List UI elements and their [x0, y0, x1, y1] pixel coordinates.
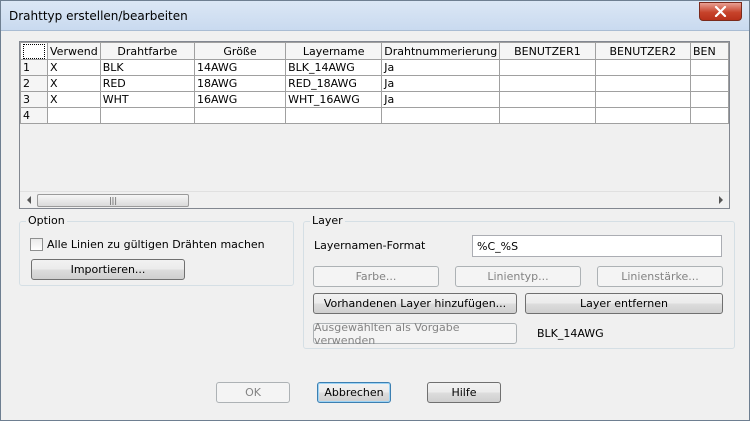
window-title: Drahttyp erstellen/bearbeiten	[9, 9, 188, 23]
table-row[interactable]: 3 X WHT 16AWG WHT_16AWG Ja	[20, 91, 729, 108]
dialog-client: Verwend Drahtfarbe Größe Layername Draht…	[6, 31, 744, 416]
column-header[interactable]: Verwend	[47, 42, 101, 60]
table-cell[interactable]: X	[47, 91, 101, 108]
wire-type-table: Verwend Drahtfarbe Größe Layername Draht…	[20, 42, 729, 124]
use-selected-as-default-button[interactable]: Ausgewählten als Vorgabe verwenden	[313, 321, 517, 347]
table-cell[interactable]	[99, 107, 195, 124]
column-header[interactable]: Größe	[193, 42, 287, 60]
row-header[interactable]: 3	[20, 91, 48, 108]
table-cell[interactable]: 14AWG	[193, 59, 287, 76]
linetype-button[interactable]: Linientyp...	[455, 266, 581, 287]
layer-format-label: Layernamen-Format	[314, 239, 426, 252]
scrollbar-thumb[interactable]: |||	[37, 194, 189, 207]
column-header[interactable]: BENUTZER2	[594, 42, 691, 60]
row-header[interactable]: 1	[20, 59, 48, 76]
current-default-layer: BLK_14AWG	[537, 327, 604, 340]
table-cell[interactable]	[193, 107, 287, 124]
column-header[interactable]: Drahtnummerierung	[381, 42, 501, 60]
table-header-row: Verwend Drahtfarbe Größe Layername Draht…	[20, 42, 729, 60]
table-cell[interactable]: X	[47, 59, 101, 76]
column-header[interactable]: Drahtfarbe	[99, 42, 195, 60]
table-cell[interactable]	[689, 107, 729, 124]
remove-layer-button[interactable]: Layer entfernen	[525, 293, 723, 314]
grid-body: Verwend Drahtfarbe Größe Layername Draht…	[20, 42, 729, 190]
table-cell[interactable]: 18AWG	[193, 75, 287, 92]
table-cell[interactable]	[594, 107, 691, 124]
table-cell[interactable]: WHT_16AWG	[285, 91, 383, 108]
option-group-label: Option	[26, 214, 67, 227]
table-cell[interactable]: Ja	[381, 75, 501, 92]
cancel-button[interactable]: Abbrechen	[317, 382, 391, 403]
close-icon	[714, 6, 727, 17]
layer-group-label: Layer	[310, 214, 345, 227]
layer-group: Layer Layernamen-Format %C_%S Farbe... L…	[303, 214, 735, 349]
table-cell[interactable]	[499, 75, 596, 92]
table-cell[interactable]	[594, 59, 691, 76]
table-cell[interactable]: X	[47, 75, 101, 92]
table-cell[interactable]	[689, 75, 729, 92]
ok-button[interactable]: OK	[216, 382, 290, 403]
scroll-right-icon[interactable]	[715, 195, 725, 205]
table-cell[interactable]	[689, 91, 729, 108]
table-cell[interactable]	[499, 59, 596, 76]
scrollbar-grip: |||	[108, 195, 118, 205]
table-cell[interactable]	[594, 91, 691, 108]
table-cell[interactable]: RED	[99, 75, 195, 92]
close-button[interactable]	[699, 2, 742, 21]
table-cell[interactable]	[594, 75, 691, 92]
column-header[interactable]: Layername	[285, 42, 383, 60]
option-group: Option Alle Linien zu gültigen Drähten m…	[19, 214, 294, 286]
wire-type-grid: Verwend Drahtfarbe Größe Layername Draht…	[19, 41, 730, 209]
all-lines-checkbox[interactable]	[30, 238, 43, 251]
table-cell[interactable]	[47, 107, 101, 124]
table-cell[interactable]: RED_18AWG	[285, 75, 383, 92]
table-cell[interactable]: WHT	[99, 91, 195, 108]
layer-format-input[interactable]: %C_%S	[472, 235, 722, 257]
row-header[interactable]: 4	[20, 107, 48, 124]
color-button[interactable]: Farbe...	[313, 266, 439, 287]
add-existing-layer-button[interactable]: Vorhandenen Layer hinzufügen...	[313, 293, 517, 314]
column-header[interactable]: BENUTZER1	[499, 42, 596, 60]
table-cell[interactable]	[499, 107, 596, 124]
table-cell[interactable]: BLK_14AWG	[285, 59, 383, 76]
table-cell[interactable]	[285, 107, 383, 124]
table-cell[interactable]	[689, 59, 729, 76]
help-button[interactable]: Hilfe	[427, 382, 501, 403]
row-header[interactable]: 2	[20, 75, 48, 92]
table-cell[interactable]	[499, 91, 596, 108]
table-cell[interactable]: Ja	[381, 59, 501, 76]
import-button[interactable]: Importieren...	[31, 259, 185, 280]
table-cell[interactable]: BLK	[99, 59, 195, 76]
column-header[interactable]: BEN	[689, 42, 729, 60]
dialog-window: Drahttyp erstellen/bearbeiten Verwend Dr…	[0, 0, 750, 421]
table-cell[interactable]: 16AWG	[193, 91, 287, 108]
all-lines-checkbox-label[interactable]: Alle Linien zu gültigen Drähten machen	[47, 238, 265, 251]
table-row[interactable]: 1 X BLK 14AWG BLK_14AWG Ja	[20, 59, 729, 76]
table-row[interactable]: 2 X RED 18AWG RED_18AWG Ja	[20, 75, 729, 92]
select-all-corner[interactable]	[20, 42, 48, 60]
title-bar[interactable]: Drahttyp erstellen/bearbeiten	[1, 1, 749, 31]
table-cell[interactable]	[381, 107, 501, 124]
table-cell[interactable]: Ja	[381, 91, 501, 108]
horizontal-scrollbar[interactable]: |||	[20, 191, 729, 208]
scroll-left-icon[interactable]	[24, 195, 34, 205]
table-row[interactable]: 4	[20, 107, 729, 124]
lineweight-button[interactable]: Linienstärke...	[597, 266, 723, 287]
